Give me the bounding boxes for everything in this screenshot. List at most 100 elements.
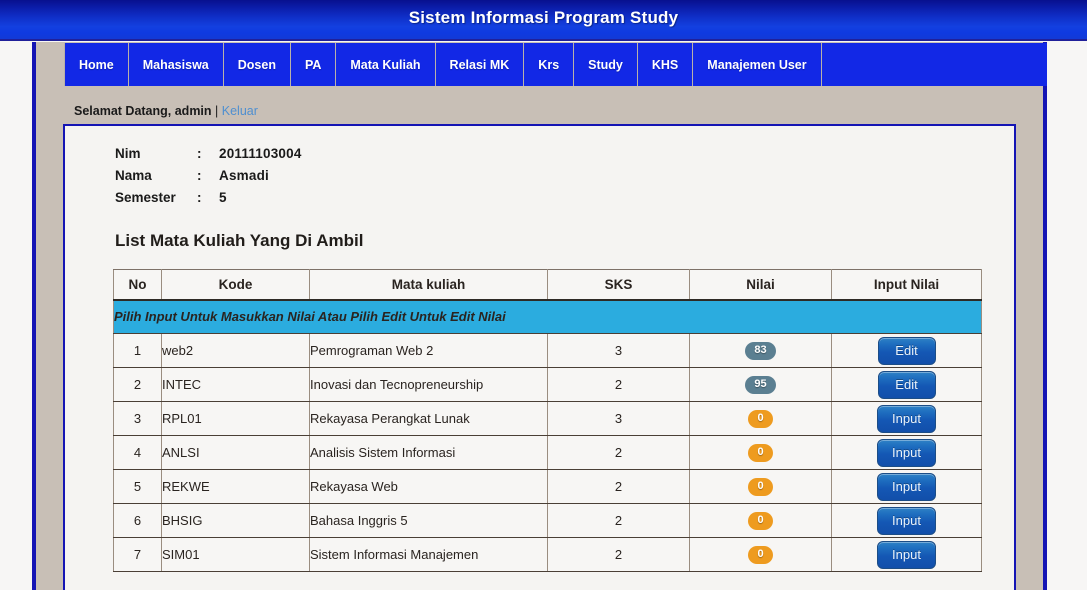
student-info-row-nama: Nama : Asmadi <box>115 168 1014 183</box>
page-title: Sistem Informasi Program Study <box>408 8 679 27</box>
cell-nilai: 0 <box>689 469 832 504</box>
cell-nilai: 0 <box>689 537 832 572</box>
nav-item-label: PA <box>304 57 322 72</box>
nama-value: Asmadi <box>219 168 269 183</box>
input-nilai-button[interactable]: Input <box>877 438 936 467</box>
cell-kode: RPL01 <box>161 401 310 436</box>
nav-item-khs[interactable]: KHS <box>637 43 694 86</box>
cell-sks: 2 <box>547 367 690 402</box>
nilai-badge: 95 <box>745 376 776 394</box>
cell-sks: 2 <box>547 537 690 572</box>
nav-item-label: Home <box>79 57 114 72</box>
nilai-badge: 0 <box>748 478 773 496</box>
nav-item-mata-kuliah[interactable]: Mata Kuliah <box>336 43 436 86</box>
cell-kode: BHSIG <box>161 503 310 538</box>
nav-item-relasi-mk[interactable]: Relasi MK <box>435 43 525 86</box>
nama-colon: : <box>197 168 202 183</box>
cell-kode: ANLSI <box>161 435 310 470</box>
cell-input-nilai: Input <box>831 469 982 504</box>
courses-table: No Kode Mata kuliah SKS Nilai Input Nilai Pil… <box>113 269 982 572</box>
cell-no: 3 <box>113 401 162 436</box>
cell-sks: 2 <box>547 503 690 538</box>
nilai-badge: 0 <box>748 444 773 462</box>
cell-no: 6 <box>113 503 162 538</box>
content-panel: Nim : 20111103004 Nama : Asmadi Semester… <box>63 124 1016 590</box>
column-header-nilai: Nilai <box>689 269 832 301</box>
edit-nilai-button[interactable]: Edit <box>877 370 936 399</box>
nim-value: 20111103004 <box>219 146 302 161</box>
nav-item-label: Study <box>588 57 623 72</box>
table-row: 2 INTEC Inovasi dan Tecnopreneurship 2 95 Edi… <box>113 367 982 402</box>
input-nilai-button[interactable]: Input <box>877 540 936 569</box>
table-row: 6 BHSIG Bahasa Inggris 5 2 0 Input <box>113 503 982 538</box>
nav-item-krs[interactable]: Krs <box>524 43 575 86</box>
welcome-bar: Selamat Datang, admin | Keluar <box>74 104 258 118</box>
column-header-input-nilai: Input Nilai <box>831 269 982 301</box>
cell-input-nilai: Input <box>831 503 982 538</box>
nav-filler <box>821 43 1047 86</box>
input-nilai-button[interactable]: Input <box>877 404 936 433</box>
nama-label: Nama <box>115 168 152 183</box>
section-heading: List Mata Kuliah Yang Di Ambil <box>115 231 364 250</box>
cell-no: 2 <box>113 367 162 402</box>
nav-item-study[interactable]: Study <box>574 43 638 86</box>
cell-mata-kuliah: Analisis Sistem Informasi <box>309 435 548 470</box>
courses-table-head: No Kode Mata kuliah SKS Nilai Input Nilai <box>113 269 982 301</box>
nav-item-mahasiswa[interactable]: Mahasiswa <box>128 43 224 86</box>
table-notice-text: Pilih Input Untuk Masukkan Nilai Atau Pi… <box>113 299 982 334</box>
cell-input-nilai: Input <box>831 537 982 572</box>
nilai-badge: 0 <box>748 546 773 564</box>
column-header-mata-kuliah: Mata kuliah <box>309 269 548 301</box>
table-row: 7 SIM01 Sistem Informasi Manajemen 2 0 Input <box>113 537 982 572</box>
cell-mata-kuliah: Inovasi dan Tecnopreneurship <box>309 367 548 402</box>
cell-sks: 3 <box>547 401 690 436</box>
cell-sks: 2 <box>547 469 690 504</box>
cell-kode: INTEC <box>161 367 310 402</box>
page-root: Sistem Informasi Program Study Home Mahas… <box>0 0 1087 590</box>
table-row: 4 ANLSI Analisis Sistem Informasi 2 0 Input <box>113 435 982 470</box>
cell-sks: 2 <box>547 435 690 470</box>
cell-mata-kuliah: Pemrograman Web 2 <box>309 333 548 368</box>
nilai-badge: 0 <box>748 512 773 530</box>
nav-item-label: Dosen <box>237 57 276 72</box>
semester-colon: : <box>197 190 202 205</box>
column-header-no: No <box>113 269 162 301</box>
table-row: 1 web2 Pemrograman Web 2 3 83 Edit <box>113 333 982 368</box>
courses-table-body: Pilih Input Untuk Masukkan Nilai Atau Pi… <box>113 299 982 572</box>
input-nilai-button[interactable]: Input <box>877 472 936 501</box>
input-nilai-button[interactable]: Input <box>877 506 936 535</box>
column-header-sks: SKS <box>547 269 690 301</box>
logout-link[interactable]: Keluar <box>222 104 258 118</box>
nav-item-label: Mahasiswa <box>142 57 209 72</box>
nav-item-label: Mata Kuliah <box>350 57 421 72</box>
nav-item-label: KHS <box>651 57 679 72</box>
nav-item-label: Relasi MK <box>449 57 510 72</box>
cell-no: 5 <box>113 469 162 504</box>
nav-item-pa[interactable]: PA <box>290 43 337 86</box>
main-navigation: Home Mahasiswa Dosen PA Mata Kuliah Relasi MK… <box>64 43 1047 86</box>
cell-input-nilai: Input <box>831 435 982 470</box>
nilai-badge: 0 <box>748 410 773 428</box>
cell-nilai: 0 <box>689 503 832 538</box>
cell-kode: SIM01 <box>161 537 310 572</box>
nav-item-label: Manajemen User <box>707 57 807 72</box>
cell-input-nilai: Edit <box>831 333 982 368</box>
content-container: Home Mahasiswa Dosen PA Mata Kuliah Relasi MK… <box>32 42 1047 590</box>
nav-item-label: Krs <box>538 57 560 72</box>
nim-label: Nim <box>115 146 141 161</box>
cell-nilai: 0 <box>689 435 832 470</box>
welcome-text: Selamat Datang, admin <box>74 104 212 118</box>
cell-mata-kuliah: Sistem Informasi Manajemen <box>309 537 548 572</box>
welcome-separator: | <box>215 104 219 118</box>
student-info-row-semester: Semester : 5 <box>115 190 1014 205</box>
cell-kode: web2 <box>161 333 310 368</box>
student-info: Nim : 20111103004 Nama : Asmadi Semester… <box>115 146 1014 205</box>
column-header-kode: Kode <box>161 269 310 301</box>
cell-nilai: 95 <box>689 367 832 402</box>
nav-item-dosen[interactable]: Dosen <box>223 43 291 86</box>
courses-table-wrapper: No Kode Mata kuliah SKS Nilai Input Nilai Pil… <box>113 269 982 572</box>
nav-item-manajemen-user[interactable]: Manajemen User <box>693 43 822 86</box>
cell-no: 4 <box>113 435 162 470</box>
edit-nilai-button[interactable]: Edit <box>877 336 936 365</box>
nav-item-home[interactable]: Home <box>64 43 129 86</box>
